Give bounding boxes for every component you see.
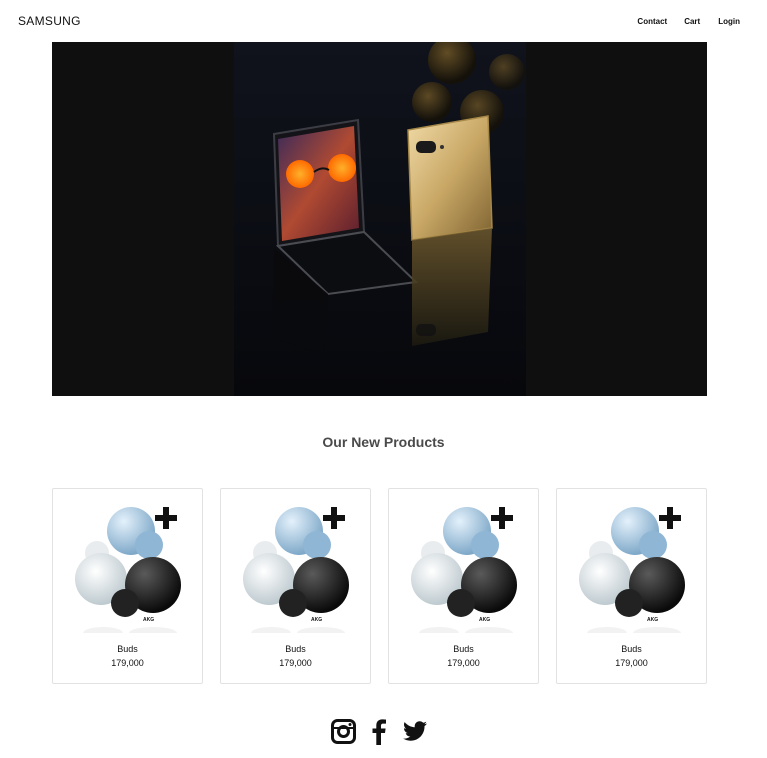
product-price: 179,000 (111, 658, 144, 668)
akg-badge: AKG (311, 617, 322, 623)
product-list: AKG Buds 179,000 AKG Buds 179,000 AKG Bu… (52, 488, 707, 684)
product-name: Buds (453, 644, 474, 654)
facebook-icon[interactable] (372, 719, 386, 745)
twitter-icon[interactable] (403, 721, 427, 742)
nav-contact-link[interactable]: Contact (637, 17, 667, 26)
product-card[interactable]: AKG Buds 179,000 (52, 488, 203, 684)
earbuds-product-image: AKG (243, 507, 349, 633)
product-name: Buds (117, 644, 138, 654)
product-card[interactable]: AKG Buds 179,000 (220, 488, 371, 684)
nav-login-link[interactable]: Login (718, 17, 740, 26)
section-title: Our New Products (322, 434, 445, 450)
nav-links: Contact Cart Login (637, 17, 740, 26)
earbuds-product-image: AKG (75, 507, 181, 633)
product-price: 179,000 (279, 658, 312, 668)
earbuds-product-image: AKG (579, 507, 685, 633)
product-card[interactable]: AKG Buds 179,000 (556, 488, 707, 684)
akg-badge: AKG (143, 617, 154, 623)
akg-badge: AKG (479, 617, 490, 623)
product-name: Buds (621, 644, 642, 654)
hero-phone-image (234, 42, 526, 396)
earbuds-product-image: AKG (411, 507, 517, 633)
navbar: SAMSUNG Contact Cart Login (0, 0, 767, 42)
nav-cart-link[interactable]: Cart (684, 17, 700, 26)
product-price: 179,000 (447, 658, 480, 668)
product-card[interactable]: AKG Buds 179,000 (388, 488, 539, 684)
hero-banner (52, 42, 707, 396)
instagram-icon[interactable] (331, 719, 356, 744)
social-links (0, 719, 767, 747)
samsung-logo[interactable]: SAMSUNG (18, 14, 81, 28)
akg-badge: AKG (647, 617, 658, 623)
product-name: Buds (285, 644, 306, 654)
product-price: 179,000 (615, 658, 648, 668)
